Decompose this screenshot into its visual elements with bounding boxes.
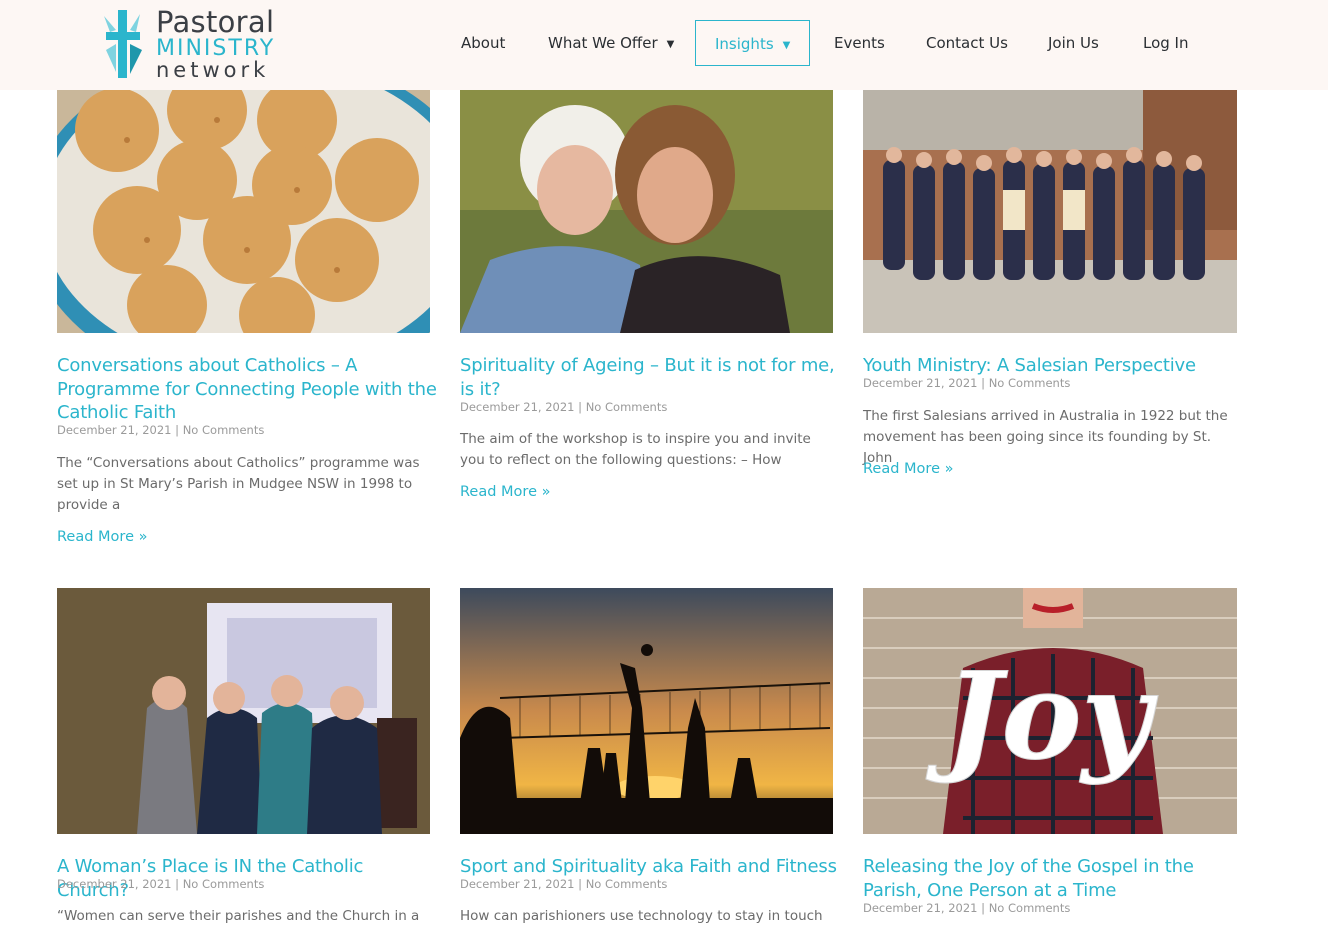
logo-line-2: MINISTRY	[156, 36, 276, 61]
read-more-link[interactable]: Read More »	[863, 461, 953, 477]
post-meta: December 21, 2021 | No Comments	[460, 400, 668, 414]
nav-join-us[interactable]: Join Us	[1048, 20, 1099, 66]
muffins-photo[interactable]	[57, 90, 430, 333]
volleyball-sunset-photo[interactable]	[460, 588, 833, 834]
post-date: December 21, 2021	[460, 877, 575, 891]
nav-what-we-offer-label: What We Offer	[548, 34, 658, 52]
site-header: Pastoral MINISTRY network About What We …	[0, 0, 1328, 90]
joy-sign-photo[interactable]: Joy	[863, 588, 1237, 834]
two-women-hugging-photo[interactable]	[460, 90, 833, 333]
joy-sign-icon: Joy	[926, 646, 1159, 787]
post-comments[interactable]: No Comments	[183, 877, 265, 891]
post-meta: December 21, 2021 | No Comments	[57, 877, 265, 891]
post-excerpt: The first Salesians arrived in Australia…	[863, 408, 1228, 466]
post-title[interactable]: Sport and Spirituality aka Faith and Fit…	[460, 855, 840, 879]
women-conference-photo[interactable]	[57, 588, 430, 834]
post-excerpt: The aim of the workshop is to inspire yo…	[460, 431, 811, 468]
nav-about-label: About	[461, 34, 506, 52]
nav-log-in-label: Log In	[1143, 34, 1189, 52]
post-title[interactable]: Spirituality of Ageing – But it is not f…	[460, 354, 840, 401]
caret-down-icon: ▼	[782, 40, 791, 51]
post-meta: December 21, 2021 | No Comments	[863, 376, 1071, 390]
logo-line-1: Pastoral	[156, 5, 275, 39]
logo-text: Pastoral MINISTRY network	[156, 8, 275, 81]
post-excerpt: “Women can serve their parishes and the …	[57, 908, 420, 924]
post-comments[interactable]: No Comments	[183, 423, 265, 437]
post-comments[interactable]: No Comments	[989, 376, 1071, 390]
post-date: December 21, 2021	[57, 423, 172, 437]
nav-log-in[interactable]: Log In	[1143, 20, 1189, 66]
logo-line-3: network	[156, 58, 270, 82]
cross-logo-icon	[104, 10, 142, 78]
post-title[interactable]: Releasing the Joy of the Gospel in the P…	[863, 855, 1243, 902]
site-logo[interactable]: Pastoral MINISTRY network	[104, 8, 284, 81]
post-title[interactable]: Conversations about Catholics – A Progra…	[57, 354, 437, 425]
nav-join-us-label: Join Us	[1048, 34, 1099, 52]
caret-down-icon: ▼	[666, 39, 675, 50]
post-comments[interactable]: No Comments	[989, 901, 1071, 915]
post-meta: December 21, 2021 | No Comments	[57, 423, 265, 437]
nav-insights[interactable]: Insights ▼	[695, 20, 811, 66]
post-date: December 21, 2021	[460, 400, 575, 414]
nav-contact-us-label: Contact Us	[926, 34, 1008, 52]
nav-insights-label: Insights	[715, 35, 774, 53]
read-more-link[interactable]: Read More »	[460, 484, 550, 500]
post-excerpt: The “Conversations about Catholics” prog…	[57, 455, 420, 513]
post-meta: December 21, 2021 | No Comments	[863, 901, 1071, 915]
post-comments[interactable]: No Comments	[586, 400, 668, 414]
youth-group-photo[interactable]	[863, 90, 1237, 333]
post-title[interactable]: Youth Ministry: A Salesian Perspective	[863, 354, 1243, 378]
read-more-link[interactable]: Read More »	[57, 529, 147, 545]
post-date: December 21, 2021	[863, 376, 978, 390]
nav-events[interactable]: Events	[834, 20, 885, 66]
post-date: December 21, 2021	[57, 877, 172, 891]
nav-contact-us[interactable]: Contact Us	[926, 20, 1008, 66]
nav-about[interactable]: About	[461, 20, 505, 66]
post-comments[interactable]: No Comments	[586, 877, 668, 891]
nav-what-we-offer[interactable]: What We Offer ▼	[548, 20, 674, 66]
post-excerpt: How can parishioners use technology to s…	[460, 908, 823, 924]
nav-events-label: Events	[834, 34, 885, 52]
post-meta: December 21, 2021 | No Comments	[460, 877, 668, 891]
post-date: December 21, 2021	[863, 901, 978, 915]
